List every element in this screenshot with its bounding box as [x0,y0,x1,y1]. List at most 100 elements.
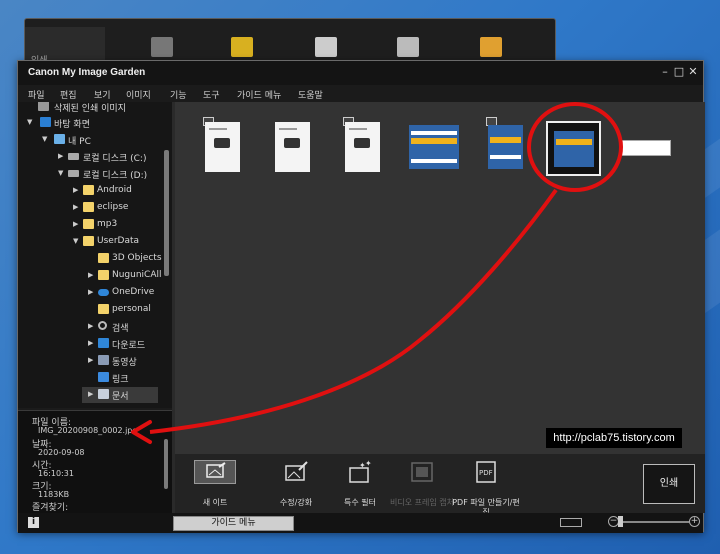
folder-icon [98,270,109,280]
new-item-button[interactable]: 새 이트 [180,460,250,507]
tree-item[interactable]: personal [18,302,164,318]
bottom-toolbar: 새 이트 수정/강화 ✦ ✦ 특수 필터 비디오 프레임 캡처 PDF PDF 파… [175,454,705,517]
zoom-in-icon[interactable]: + [689,516,700,527]
tree-item[interactable]: 3D Objects [18,251,164,267]
menu-view[interactable]: 보기 [94,88,111,101]
maximize-button[interactable]: □ [672,65,686,79]
desktop-icon [40,117,51,127]
device-image [284,138,300,148]
menu-function[interactable]: 기능 [170,88,187,101]
title-bar[interactable]: Canon My Image Garden – □ ✕ [18,61,703,85]
main-window: Canon My Image Garden – □ ✕ 파일 편집 보기 이미지… [17,60,705,533]
chevron-right-icon[interactable]: ▶ [88,339,93,347]
pdf-icon: PDF [473,460,499,484]
chevron-down-icon[interactable]: ▼ [27,118,32,126]
chevron-right-icon[interactable]: ▶ [73,186,78,194]
pdf-button[interactable]: PDF PDF 파일 만들기/편집 [451,460,521,517]
tree-item[interactable]: ▼ UserData [18,234,164,250]
video-capture-button[interactable]: 비디오 프레임 캡처 [387,460,457,507]
folder-tree[interactable]: 삭제된 인쇄 이미지 ▼ 바탕 화면 ▼ 내 PC ▶ 로컬 디스크 (C:) … [18,102,172,408]
thumbnail-doc-1[interactable] [205,122,240,172]
tree-item[interactable]: ▶ 검색 [18,319,164,335]
zoom-slider[interactable] [621,521,689,523]
watermark: http://pclab75.tistory.com [546,428,682,448]
card-icon[interactable] [480,37,502,57]
chevron-right-icon[interactable]: ▶ [88,356,93,364]
info-scrollbar[interactable] [164,439,168,489]
drive-icon [68,153,79,160]
print-button[interactable]: 인쇄 [643,464,695,504]
time-value: 16:10:31 [38,469,74,478]
tree-item[interactable]: ▶ eclipse [18,200,164,216]
tree-item[interactable]: ▶ NuguniCAll [18,268,164,284]
tree-item[interactable]: ▶ 동영상 [18,353,164,369]
window-title: Canon My Image Garden [28,67,146,78]
menu-help[interactable]: 도움말 [298,88,323,101]
creative-park-icon[interactable] [231,37,253,57]
chevron-right-icon[interactable]: ▶ [88,271,93,279]
video-icon [98,355,109,365]
folder-icon [83,185,94,195]
tree-item-selected[interactable]: ▶ 문서 [82,387,158,403]
svg-text:PDF: PDF [479,469,493,477]
chevron-right-icon[interactable]: ▶ [88,322,93,330]
special-filter-icon: ✦ ✦ [347,459,373,484]
link-icon [98,372,109,382]
tree-item[interactable]: 삭제된 인쇄 이미지 [18,102,164,115]
menu-tools[interactable]: 도구 [203,88,220,101]
chevron-right-icon[interactable]: ▶ [88,288,93,296]
tree-item[interactable]: 링크 [18,370,164,386]
disc-label-icon[interactable] [397,37,419,57]
guide-menu-button[interactable]: 가이드 메뉴 [173,516,294,531]
download-icon [98,338,109,348]
new-item-icon [194,460,236,484]
tree-scrollbar[interactable] [164,150,169,276]
thumbnail-cover-1[interactable] [409,125,459,169]
status-bar: i 가이드 메뉴 − + [18,513,703,533]
menu-guide[interactable]: 가이드 메뉴 [237,88,281,101]
chevron-right-icon[interactable]: ▶ [73,203,78,211]
view-mode-icon[interactable] [560,518,582,527]
zoom-slider-handle[interactable] [618,516,623,527]
menu-image[interactable]: 이미지 [126,88,151,101]
tree-item[interactable]: ▶ mp3 [18,217,164,233]
tree-item[interactable]: ▼ 내 PC [18,132,164,148]
device-image [354,138,370,148]
folder-icon [83,202,94,212]
menu-bar: 파일 편집 보기 이미지 기능 도구 가이드 메뉴 도움말 [18,85,703,102]
info-icon[interactable]: i [28,517,39,528]
collage-icon[interactable] [315,37,337,57]
folder-icon [83,236,94,246]
correct-enhance-icon [283,460,309,484]
chevron-right-icon[interactable]: ▶ [58,152,63,160]
tree-item[interactable]: ▶ 다운로드 [18,336,164,352]
thumbnail-doc-3[interactable] [345,122,380,172]
thumbnail-cover-2[interactable] [488,125,523,169]
onedrive-icon [98,289,109,296]
filename-edit-box[interactable] [621,140,671,156]
thumbnail-selected[interactable] [546,121,601,176]
special-filter-button[interactable]: ✦ ✦ 특수 필터 [325,459,395,507]
chevron-right-icon[interactable]: ▶ [73,220,78,228]
pc-icon [54,134,65,144]
menu-edit[interactable]: 편집 [60,88,77,101]
thumbnail-doc-2[interactable] [275,122,310,172]
tree-item[interactable]: ▼ 바탕 화면 [18,115,164,131]
chevron-down-icon[interactable]: ▼ [42,135,47,143]
printer-icon[interactable] [151,37,173,57]
chevron-right-icon[interactable]: ▶ [88,390,93,398]
chevron-down-icon[interactable]: ▼ [73,237,78,245]
minimize-button[interactable]: – [658,65,672,79]
selected-cover-image [554,131,594,167]
tree-item[interactable]: ▶ OneDrive [18,285,164,301]
date-value: 2020-09-08 [38,448,85,457]
correct-enhance-button[interactable]: 수정/강화 [261,460,331,507]
filename-value: IMG_20200908_0002.jpg [38,426,138,435]
thumbnail-area[interactable] [175,102,705,454]
menu-file[interactable]: 파일 [28,88,45,101]
tree-item[interactable]: ▶ Android [18,183,164,199]
chevron-down-icon[interactable]: ▼ [58,169,63,177]
close-button[interactable]: ✕ [686,65,700,79]
tree-item[interactable]: ▶ 로컬 디스크 (C:) [18,149,164,165]
tree-item[interactable]: ▼ 로컬 디스크 (D:) [18,166,164,182]
